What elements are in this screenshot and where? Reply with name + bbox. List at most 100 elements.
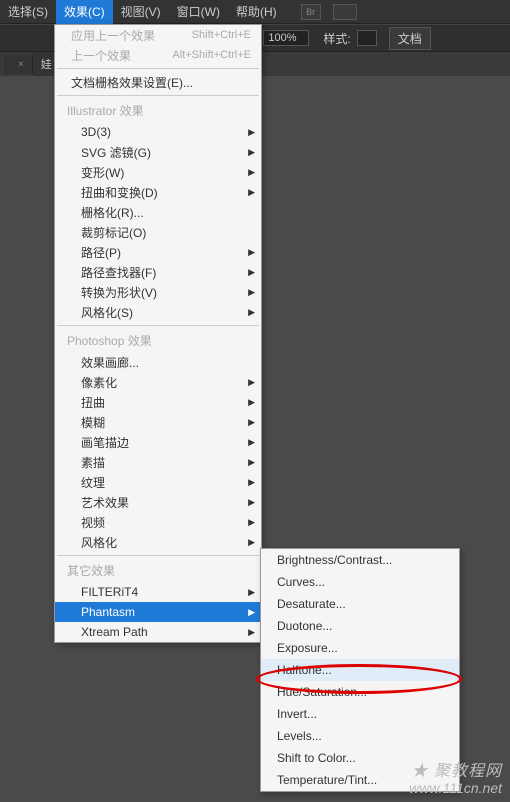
menu-separator	[57, 68, 259, 69]
menu-item-label: 模糊	[81, 414, 105, 431]
submenu-desaturate[interactable]: Desaturate...	[261, 593, 459, 615]
phantasm-submenu: Brightness/Contrast... Curves... Desatur…	[260, 548, 460, 792]
menu-item-label: 风格化(S)	[81, 304, 133, 321]
menu-convert-shape[interactable]: 转换为形状(V) ▶	[55, 282, 261, 302]
menu-item-label: 扭曲和变换(D)	[81, 184, 158, 201]
menu-item-label: 画笔描边	[81, 434, 129, 451]
menu-last-effect[interactable]: 上一个效果 Alt+Shift+Ctrl+E	[55, 45, 261, 65]
menu-help[interactable]: 帮助(H)	[228, 0, 285, 24]
effect-menu-dropdown: 应用上一个效果 Shift+Ctrl+E 上一个效果 Alt+Shift+Ctr…	[54, 24, 262, 643]
submenu-arrow-icon: ▶	[248, 497, 255, 508]
menu-crop-marks[interactable]: 裁剪标记(O)	[55, 222, 261, 242]
close-icon[interactable]: ×	[18, 59, 24, 70]
submenu-levels[interactable]: Levels...	[261, 725, 459, 747]
shortcut-text: Alt+Shift+Ctrl+E	[172, 49, 251, 61]
menu-separator	[57, 95, 259, 96]
menu-path[interactable]: 路径(P) ▶	[55, 242, 261, 262]
menu-item-label: 扭曲	[81, 394, 105, 411]
style-swatch[interactable]	[357, 30, 377, 46]
submenu-arrow-icon: ▶	[248, 417, 255, 428]
submenu-arrow-icon: ▶	[248, 517, 255, 528]
doc-button[interactable]: 文档	[389, 27, 431, 50]
submenu-brightness-contrast[interactable]: Brightness/Contrast...	[261, 549, 459, 571]
menu-texture[interactable]: 纹理▶	[55, 472, 261, 492]
menu-3d[interactable]: 3D(3) ▶	[55, 122, 261, 142]
menu-item-label: 路径(P)	[81, 244, 121, 261]
menu-window[interactable]: 窗口(W)	[169, 0, 228, 24]
menu-item-label: 应用上一个效果	[71, 27, 155, 44]
submenu-exposure[interactable]: Exposure...	[261, 637, 459, 659]
menu-item-label: 变形(W)	[81, 164, 124, 181]
shortcut-text: Shift+Ctrl+E	[192, 29, 251, 41]
opacity-input[interactable]: 100%	[263, 30, 309, 46]
menu-item-label: 转换为形状(V)	[81, 284, 157, 301]
menu-item-label: Levels...	[277, 729, 322, 743]
menu-xtream-path[interactable]: Xtream Path▶	[55, 622, 261, 642]
menu-separator	[57, 325, 259, 326]
section-illustrator-effects: Illustrator 效果	[55, 99, 261, 122]
layout-icon[interactable]	[333, 4, 357, 20]
submenu-invert[interactable]: Invert...	[261, 703, 459, 725]
menu-pixelate[interactable]: 像素化▶	[55, 372, 261, 392]
menu-item-label: 素描	[81, 454, 105, 471]
menu-view[interactable]: 视图(V)	[113, 0, 169, 24]
menu-artistic[interactable]: 艺术效果 ▶	[55, 492, 261, 512]
menu-rasterize[interactable]: 栅格化(R)...	[55, 202, 261, 222]
tab-0[interactable]: ×	[4, 55, 33, 74]
menu-distort-ps[interactable]: 扭曲▶	[55, 392, 261, 412]
menu-item-label: Curves...	[277, 575, 325, 589]
menu-item-label: Brightness/Contrast...	[277, 553, 392, 567]
menu-stylize-ai[interactable]: 风格化(S)▶	[55, 302, 261, 322]
menu-item-label: Hue/Saturation...	[277, 685, 367, 699]
menu-separator	[57, 555, 259, 556]
menu-brush-strokes[interactable]: 画笔描边▶	[55, 432, 261, 452]
submenu-arrow-icon: ▶	[248, 457, 255, 468]
menu-apply-last-effect[interactable]: 应用上一个效果 Shift+Ctrl+E	[55, 25, 261, 45]
menu-item-label: Desaturate...	[277, 597, 346, 611]
submenu-duotone[interactable]: Duotone...	[261, 615, 459, 637]
menu-blur[interactable]: 模糊 ▶	[55, 412, 261, 432]
menu-sketch[interactable]: 素描 ▶	[55, 452, 261, 472]
menu-item-label: Shift to Color...	[277, 751, 356, 765]
bridge-icon[interactable]: Br	[301, 4, 321, 20]
menu-filterit4[interactable]: FILTERiT4 ▶	[55, 582, 261, 602]
tab-label: 娃	[41, 56, 52, 72]
submenu-arrow-icon: ▶	[248, 287, 255, 298]
menu-doc-raster-settings[interactable]: 文档栅格效果设置(E)...	[55, 72, 261, 92]
menu-phantasm[interactable]: Phantasm▶	[55, 602, 261, 622]
menu-item-label: Temperature/Tint...	[277, 773, 377, 787]
menu-item-label: 艺术效果	[81, 494, 129, 511]
menu-item-label: 上一个效果	[71, 47, 131, 64]
submenu-hue-saturation[interactable]: Hue/Saturation...	[261, 681, 459, 703]
submenu-temperature-tint[interactable]: Temperature/Tint...	[261, 769, 459, 791]
menu-item-label: 裁剪标记(O)	[81, 224, 146, 241]
menu-item-label: Halftone...	[277, 663, 332, 677]
submenu-arrow-icon: ▶	[248, 537, 255, 548]
menu-video[interactable]: 视频 ▶	[55, 512, 261, 532]
menu-item-label: Phantasm	[81, 605, 135, 619]
submenu-arrow-icon: ▶	[248, 247, 255, 258]
menu-select[interactable]: 选择(S)	[0, 0, 56, 24]
submenu-arrow-icon: ▶	[248, 127, 255, 138]
menu-svg-filters[interactable]: SVG 滤镜(G) ▶	[55, 142, 261, 162]
menu-item-label: 文档栅格效果设置(E)...	[71, 74, 193, 91]
menu-warp[interactable]: 变形(W) ▶	[55, 162, 261, 182]
menu-stylize-ps[interactable]: 风格化▶	[55, 532, 261, 552]
submenu-curves[interactable]: Curves...	[261, 571, 459, 593]
menu-distort-transform[interactable]: 扭曲和变换(D) ▶	[55, 182, 261, 202]
menu-item-label: 栅格化(R)...	[81, 204, 144, 221]
style-label: 样式:	[323, 30, 350, 47]
menu-effect[interactable]: 效果(C)	[56, 0, 113, 24]
menu-item-label: SVG 滤镜(G)	[81, 144, 151, 161]
submenu-halftone[interactable]: Halftone...	[261, 659, 459, 681]
submenu-arrow-icon: ▶	[248, 147, 255, 158]
submenu-arrow-icon: ▶	[248, 587, 255, 598]
menu-item-label: FILTERiT4	[81, 585, 138, 599]
submenu-arrow-icon: ▶	[248, 167, 255, 178]
menu-item-label: 3D(3)	[81, 125, 111, 139]
menu-effect-gallery[interactable]: 效果画廊...	[55, 352, 261, 372]
submenu-shift-to-color[interactable]: Shift to Color...	[261, 747, 459, 769]
submenu-arrow-icon: ▶	[248, 187, 255, 198]
menu-item-label: 视频	[81, 514, 105, 531]
menu-pathfinder[interactable]: 路径查找器(F)▶	[55, 262, 261, 282]
